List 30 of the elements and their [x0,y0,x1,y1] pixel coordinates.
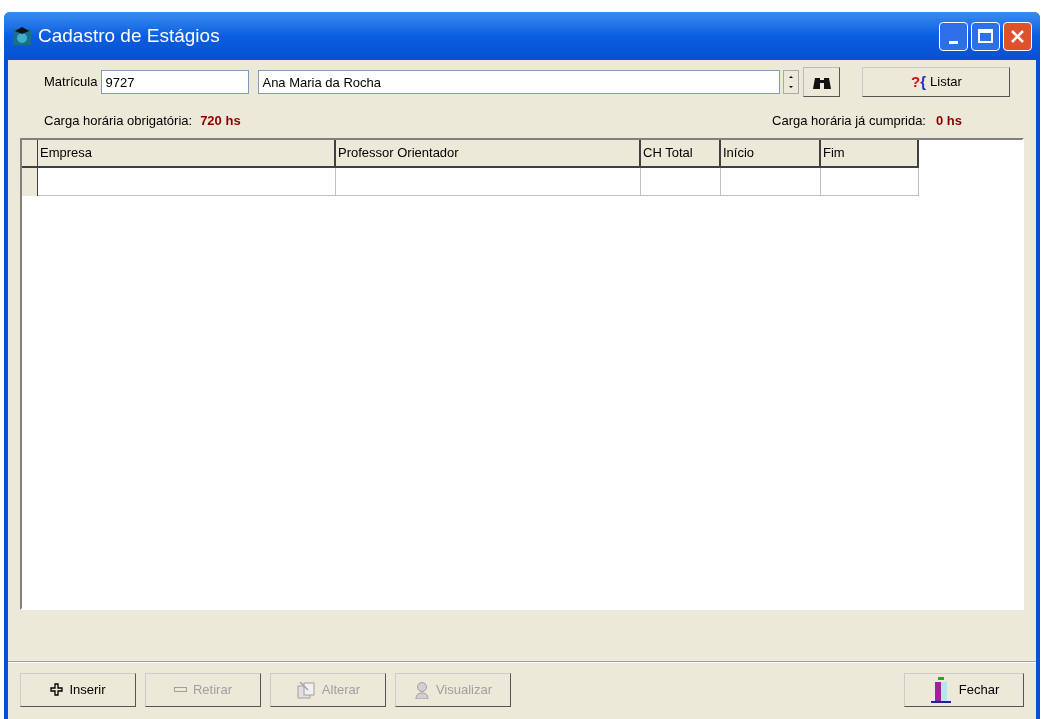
search-button[interactable] [803,67,841,97]
list-icon: ?{ [911,70,927,94]
close-button[interactable] [1003,21,1032,51]
row-indicator-header [22,140,38,168]
column-header[interactable]: Empresa [38,140,336,168]
spin-control[interactable] [783,70,800,94]
required-hours-label: Carga horária obrigatória: [44,112,193,131]
column-header[interactable]: Fim [821,140,919,168]
toolbar-button[interactable]: Inserir [20,672,136,707]
window-title: Cadastro de Estágios [38,23,221,48]
column-header[interactable]: Professor Orientador [336,140,641,168]
column-header[interactable]: CH Total [641,140,721,168]
name-field[interactable]: Ana Maria da Rocha [258,70,781,94]
minimize-button[interactable] [939,21,968,51]
maximize-button[interactable] [971,21,1000,51]
close-form-button[interactable]: Fechar [904,672,1024,707]
document-pencil-icon [295,680,316,699]
completed-hours-value: 0 hs [936,112,962,131]
person-icon [413,680,430,699]
minus-icon [174,686,187,693]
list-button[interactable]: ?{ Listar [862,67,1011,97]
completed-hours-label: Carga horária já cumprida: [772,112,926,131]
row-indicator [22,168,38,196]
matricula-field[interactable]: 9727 [101,70,250,94]
close-icon [1010,28,1025,44]
plus-icon [50,683,64,696]
app-icon [12,26,32,46]
matricula-label: Matrícula [44,73,98,92]
required-hours-value: 720 hs [200,112,241,131]
column-header[interactable]: Início [721,140,821,168]
